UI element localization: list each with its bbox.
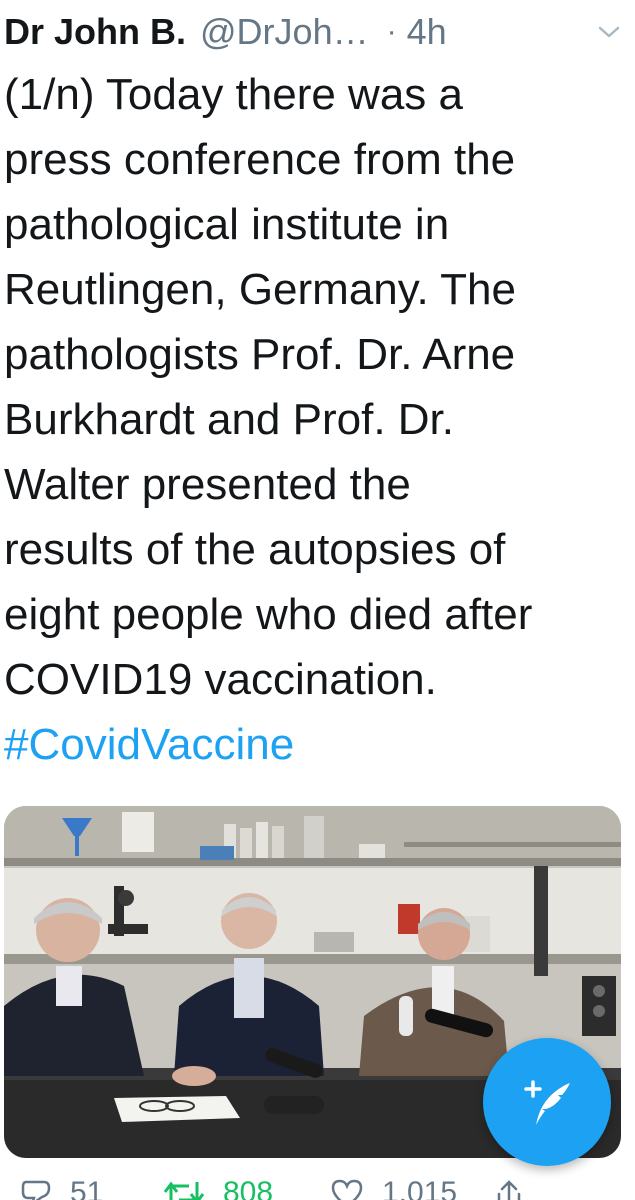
tweet-text-line: eight people who died after (4, 590, 533, 639)
tweet-timestamp[interactable]: 4h (407, 11, 447, 53)
tweet-text: (1/n) Today there was a press conference… (4, 62, 630, 777)
reply-button[interactable]: 51 (20, 1178, 103, 1200)
tweet-text-line: COVID19 vaccination. (4, 655, 437, 704)
tweet-text-line: pathological institute in (4, 200, 450, 249)
tweet-text-line: Reutlingen, Germany. The (4, 265, 516, 314)
user-handle[interactable]: @DrJoh… (200, 11, 369, 53)
reply-icon (21, 1180, 51, 1200)
tweet-text-line: (1/n) Today there was a (4, 70, 463, 119)
like-count: 1,015 (382, 1176, 458, 1200)
like-button[interactable]: 1,015 (330, 1178, 457, 1200)
chevron-down-icon[interactable] (594, 17, 624, 47)
hashtag-link[interactable]: #CovidVaccine (4, 712, 630, 777)
tweet-header: Dr John B. @DrJoh… · 4h (4, 8, 630, 56)
tweet-text-line: pathologists Prof. Dr. Arne (4, 330, 516, 379)
separator-dot: · (386, 15, 397, 48)
tweet-text-line: Walter presented the (4, 460, 411, 509)
tweet-actions: 51 808 1,015 (0, 1172, 635, 1200)
retweet-count: 808 (223, 1176, 274, 1200)
reply-count: 51 (70, 1176, 104, 1200)
compose-tweet-button[interactable] (483, 1038, 611, 1166)
retweet-button[interactable]: 808 (163, 1178, 273, 1200)
tweet[interactable]: Dr John B. @DrJoh… · 4h (1/n) Today ther… (0, 0, 635, 1200)
share-button[interactable] (494, 1178, 524, 1200)
compose-tweet-icon (524, 1080, 570, 1125)
heart-icon (331, 1179, 363, 1200)
display-name[interactable]: Dr John B. (4, 11, 186, 53)
tweet-text-line: results of the autopsies of (4, 525, 506, 574)
retweet-icon (163, 1181, 205, 1200)
tweet-text-line: Burkhardt and Prof. Dr. (4, 395, 454, 444)
tweet-text-line: press conference from the (4, 135, 516, 184)
share-icon (497, 1180, 521, 1200)
